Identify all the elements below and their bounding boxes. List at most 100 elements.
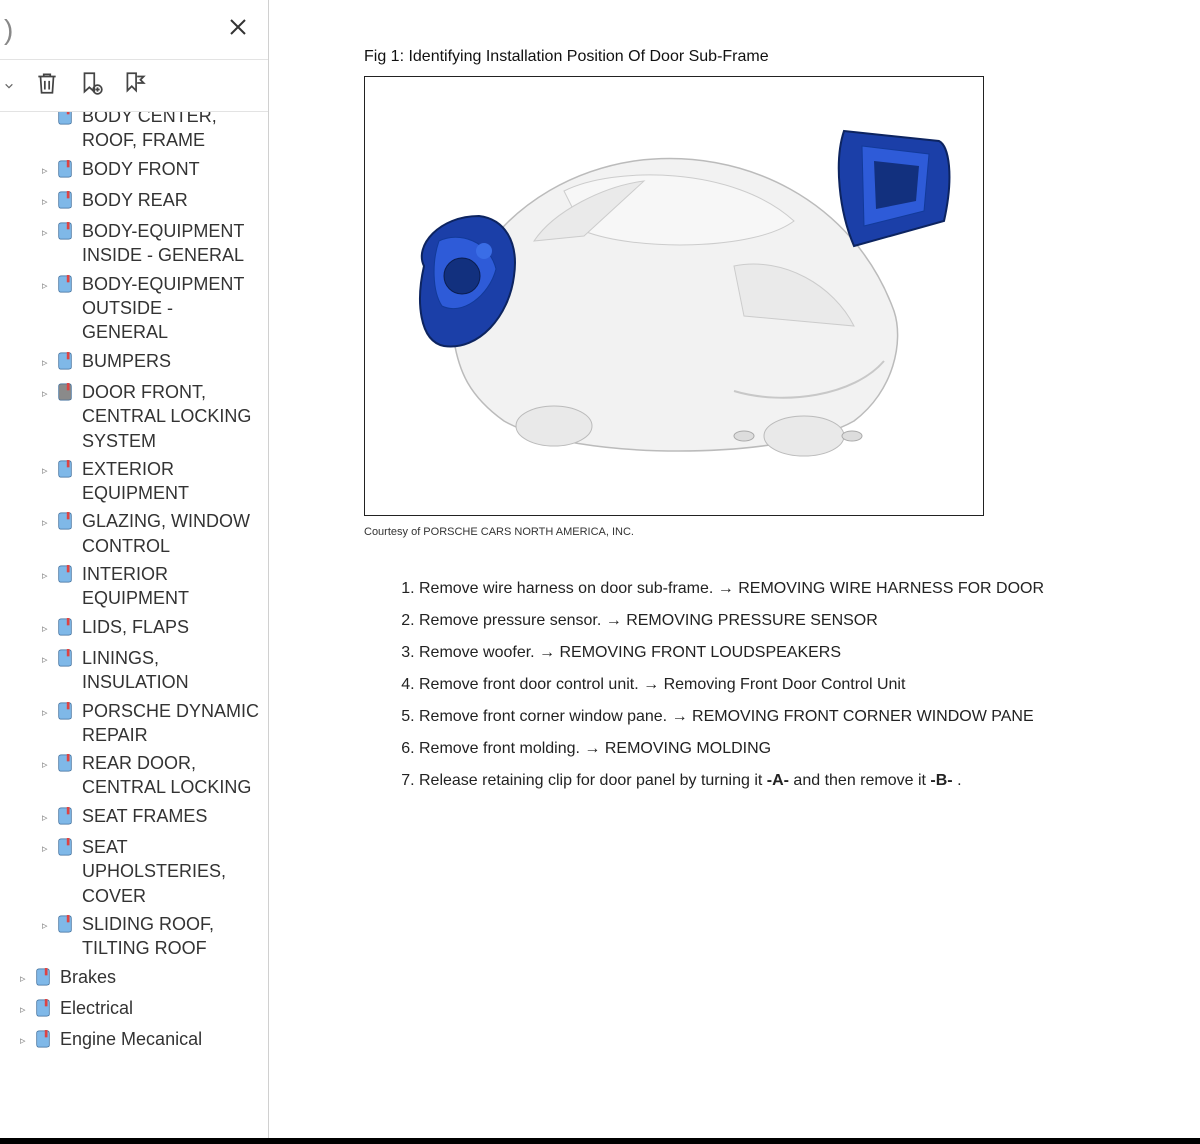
bookmark-icon — [56, 699, 76, 726]
bookmark-icon — [56, 835, 76, 862]
bookmark-icon — [56, 219, 76, 246]
sidebar-top-row: ) — [0, 0, 268, 60]
tree-item[interactable]: ▹BODY-EQUIPMENT OUTSIDE - GENERAL — [2, 270, 262, 347]
step-link[interactable]: REMOVING FRONT CORNER WINDOW PANE — [692, 708, 1034, 725]
tree-expand-toggle[interactable]: ▹ — [42, 188, 50, 210]
tree-item[interactable]: ▹Electrical — [2, 994, 262, 1025]
tree-item-label: LIDS, FLAPS — [82, 615, 260, 639]
tree-item[interactable]: ▹ INTERIOR EQUIPMENT — [2, 560, 262, 613]
step-text: Remove front molding. → — [419, 740, 605, 757]
tree-item[interactable]: ▹ PORSCHE DYNAMIC REPAIR — [2, 697, 262, 750]
figure-caption: Fig 1: Identifying Installation Position… — [364, 48, 1140, 66]
tree-item[interactable]: ▹ BODY REAR — [2, 186, 262, 217]
tree-item[interactable]: ▹ LIDS, FLAPS — [2, 613, 262, 644]
step-text: Remove front door control unit. → — [419, 676, 664, 693]
tree-item[interactable]: ▹ GLAZING, WINDOW CONTROL — [2, 507, 262, 560]
step-text: Remove woofer. → — [419, 644, 560, 661]
tree-expand-toggle[interactable]: ▹ — [42, 219, 50, 241]
step-bold: -A- — [767, 772, 789, 789]
tree-item[interactable]: ▹ Engine Mecanical — [2, 1025, 262, 1056]
step-bold: -B- — [930, 772, 952, 789]
step-link[interactable]: REMOVING WIRE HARNESS FOR DOOR — [738, 580, 1044, 597]
tree-item[interactable]: ▹ SEAT FRAMES — [2, 802, 262, 833]
tree-item-label: BODY CENTER, ROOF, FRAME — [82, 112, 260, 153]
tree-item-label: BODY REAR — [82, 188, 260, 212]
step-text: and then remove it — [789, 772, 930, 789]
tree-item-label: INTERIOR EQUIPMENT — [82, 562, 260, 611]
bookmark-icon — [56, 562, 76, 589]
sidebar-top-placeholder: ) — [0, 14, 13, 46]
delete-bookmark-button[interactable] — [32, 68, 62, 103]
document-content[interactable]: Fig 1: Identifying Installation Position… — [269, 0, 1200, 1144]
tree-item[interactable]: ▹BODY FRONT — [2, 155, 262, 186]
add-bookmark-button[interactable] — [76, 68, 106, 103]
bookmark-icon — [56, 349, 76, 376]
tree-item[interactable]: ▹REAR DOOR, CENTRAL LOCKING — [2, 749, 262, 802]
tree-expand-toggle[interactable]: ▹ — [42, 457, 50, 479]
tree-item-label: Brakes — [60, 965, 260, 989]
procedure-step: Remove front corner window pane. → REMOV… — [419, 708, 1140, 726]
door-subframe-front-right — [839, 131, 950, 246]
tree-expand-toggle[interactable]: ▹ — [42, 835, 50, 857]
bookmark-ribbon-button[interactable] — [120, 68, 150, 103]
bookmark-icon — [56, 804, 76, 831]
step-text: . — [953, 772, 962, 789]
tree-expand-toggle[interactable]: ▹ — [42, 804, 50, 826]
tree-item-label: SLIDING ROOF, TILTING ROOF — [82, 912, 260, 961]
tree-expand-toggle[interactable]: ▹ — [20, 965, 28, 987]
tree-item[interactable]: ▹ SLIDING ROOF, TILTING ROOF — [2, 910, 262, 963]
close-sidebar-button[interactable] — [226, 15, 250, 44]
tree-expand-toggle[interactable]: ▹ — [42, 699, 50, 721]
tree-expand-toggle[interactable]: ▹ — [42, 509, 50, 531]
tree-item[interactable]: ▹ EXTERIOR EQUIPMENT — [2, 455, 262, 508]
procedure-step: Remove pressure sensor. → REMOVING PRESS… — [419, 612, 1140, 630]
tree-item[interactable]: ▹SEAT UPHOLSTERIES, COVER — [2, 833, 262, 910]
bottom-border — [0, 1138, 1200, 1144]
bookmark-icon — [34, 1027, 54, 1054]
vehicle-illustration — [384, 91, 964, 501]
tree-expand-toggle[interactable]: ▹ — [42, 380, 50, 402]
tree-expand-toggle[interactable]: ▹ — [42, 272, 50, 294]
tree-item[interactable]: ▹DOOR FRONT, CENTRAL LOCKING SYSTEM — [2, 378, 262, 455]
step-link[interactable]: REMOVING MOLDING — [605, 740, 771, 757]
procedure-step: Remove woofer. → REMOVING FRONT LOUDSPEA… — [419, 644, 1140, 662]
tree-item-label: EXTERIOR EQUIPMENT — [82, 457, 260, 506]
chevron-down-icon — [4, 81, 14, 91]
tree-expand-toggle[interactable]: ▹ — [42, 349, 50, 371]
tree-expand-toggle[interactable]: ▹ — [42, 562, 50, 584]
sidebar: ) BODY CENTER, ROOF, FRAME▹BODY FRONT▹BO… — [0, 0, 269, 1144]
bookmark-tree-scroll[interactable]: BODY CENTER, ROOF, FRAME▹BODY FRONT▹BODY… — [0, 112, 268, 1144]
procedure-step: Remove wire harness on door sub-frame. →… — [419, 580, 1140, 598]
tree-item-label: BODY-EQUIPMENT INSIDE - GENERAL — [82, 219, 260, 268]
step-link[interactable]: REMOVING PRESSURE SENSOR — [626, 612, 878, 629]
tree-item[interactable]: ▹LININGS, INSULATION — [2, 644, 262, 697]
tree-item-label: SEAT FRAMES — [82, 804, 260, 828]
tree-expand-toggle[interactable]: ▹ — [20, 1027, 28, 1049]
figure-courtesy: Courtesy of PORSCHE CARS NORTH AMERICA, … — [364, 526, 1140, 538]
bookmark-icon — [56, 509, 76, 536]
tree-expand-toggle[interactable]: ▹ — [42, 646, 50, 668]
bookmark-icon — [56, 751, 76, 778]
tree-item[interactable]: BODY CENTER, ROOF, FRAME — [2, 112, 262, 155]
close-icon — [226, 15, 250, 39]
tree-expand-toggle[interactable]: ▹ — [42, 157, 50, 179]
bookmark-icon — [56, 157, 76, 184]
tree-item-label: PORSCHE DYNAMIC REPAIR — [82, 699, 260, 748]
tree-item-label: GLAZING, WINDOW CONTROL — [82, 509, 260, 558]
tree-expand-toggle[interactable]: ▹ — [42, 912, 50, 934]
tree-expand-toggle[interactable]: ▹ — [42, 615, 50, 637]
bookmark-icon — [34, 996, 54, 1023]
tree-item-label: Engine Mecanical — [60, 1027, 260, 1051]
tree-item[interactable]: ▹ Brakes — [2, 963, 262, 994]
bookmark-icon — [56, 457, 76, 484]
procedure-step: Remove front molding. → REMOVING MOLDING — [419, 740, 1140, 758]
tree-expand-toggle[interactable]: ▹ — [42, 751, 50, 773]
step-text: Release retaining clip for door panel by… — [419, 772, 767, 789]
step-link[interactable]: REMOVING FRONT LOUDSPEAKERS — [560, 644, 842, 661]
tree-item[interactable]: ▹ BUMPERS — [2, 347, 262, 378]
tree-item[interactable]: ▹ BODY-EQUIPMENT INSIDE - GENERAL — [2, 217, 262, 270]
tree-expand-toggle[interactable]: ▹ — [20, 996, 28, 1018]
toolbar-chevron[interactable] — [0, 81, 18, 91]
step-link[interactable]: Removing Front Door Control Unit — [664, 676, 906, 693]
tree-item-label: BUMPERS — [82, 349, 260, 373]
